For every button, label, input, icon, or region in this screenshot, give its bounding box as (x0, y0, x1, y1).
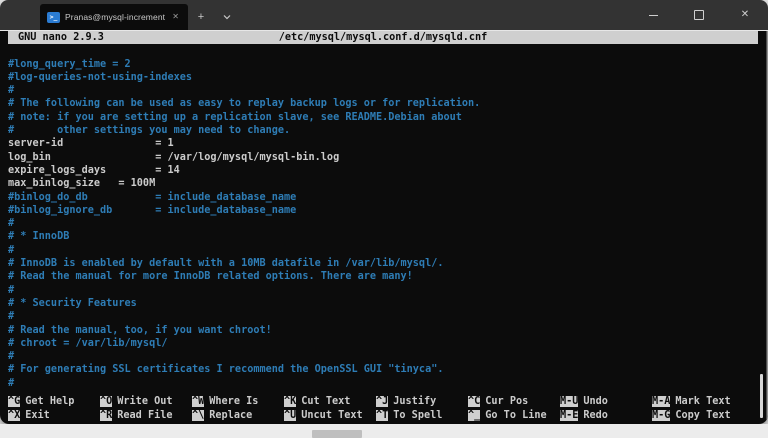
shortcut-item: ^C Cur Pos (468, 395, 560, 408)
nano-titlebar: GNU nano 2.9.3 /etc/mysql/mysql.conf.d/m… (8, 31, 758, 44)
editor-line: # (8, 310, 760, 323)
terminal-pane[interactable]: GNU nano 2.9.3 /etc/mysql/mysql.conf.d/m… (0, 31, 768, 424)
editor-line: # Read the manual, too, if you want chro… (8, 324, 760, 337)
desktop-background (0, 424, 768, 438)
shortcut-item: ^T To Spell (376, 409, 468, 422)
editor-line: # note: if you are setting up a replicat… (8, 111, 760, 124)
editor-line: # chroot = /var/lib/mysql/ (8, 337, 760, 350)
shortcut-item: ^W Where Is (192, 395, 284, 408)
editor-line: # Read the manual for more InnoDB relate… (8, 270, 760, 283)
shortcut-key: ^R (100, 410, 112, 421)
shortcut-key: ^C (468, 396, 480, 407)
shortcut-label: Exit (25, 410, 50, 421)
shortcut-item: ^R Read File (100, 409, 192, 422)
editor-line: log_bin = /var/log/mysql/mysql-bin.log (8, 151, 760, 164)
editor-line: # For generating SSL certificates I reco… (8, 363, 760, 376)
shortcut-key: ^G (8, 396, 20, 407)
shortcut-key: M-G (652, 410, 670, 421)
minimize-icon (649, 15, 658, 16)
editor-line: # (8, 84, 760, 97)
shortcut-label: Justify (393, 396, 436, 407)
shortcut-label: Undo (583, 396, 608, 407)
editor-line: # other settings you may need to change. (8, 124, 760, 137)
shortcut-item: ^X Exit (8, 409, 100, 422)
titlebar: >_ Pranas@mysql-incremental-1: / ✕ + ✕ (0, 0, 768, 30)
shortcut-key: M-E (560, 410, 578, 421)
shortcut-label: Cut Text (301, 396, 350, 407)
window-controls: ✕ (630, 0, 768, 30)
shortcut-label: Where Is (209, 396, 258, 407)
shortcut-item: ^J Justify (376, 395, 468, 408)
shortcut-item: ^O Write Out (100, 395, 192, 408)
maximize-button[interactable] (676, 0, 722, 30)
shortcut-key: ^X (8, 410, 20, 421)
editor-line: max_binlog_size = 100M (8, 177, 760, 190)
editor-line: #log-queries-not-using-indexes (8, 71, 760, 84)
shortcut-item: ^G Get Help (8, 395, 100, 408)
shortcut-item: ^K Cut Text (284, 395, 376, 408)
shortcut-key: ^T (376, 410, 388, 421)
editor-line: server-id = 1 (8, 137, 760, 150)
shortcut-item: M-E Redo (560, 409, 652, 422)
editor-line: #binlog_do_db = include_database_name (8, 191, 760, 204)
editor-lines[interactable]: #long_query_time = 2#log-queries-not-usi… (0, 44, 768, 390)
editor-line: # (8, 217, 760, 230)
editor-line: # * InnoDB (8, 230, 760, 243)
editor-line: # (8, 244, 760, 257)
powershell-icon: >_ (47, 12, 60, 23)
editor-line: # (8, 377, 760, 390)
shortcut-key: ^W (192, 396, 204, 407)
shortcut-item: ^\ Replace (192, 409, 284, 422)
shortcut-item: M-G Copy Text (652, 409, 744, 422)
shortcut-key: ^J (376, 396, 388, 407)
maximize-icon (694, 10, 704, 20)
shortcut-label: Redo (583, 410, 608, 421)
tab-title: Pranas@mysql-incremental-1: / (65, 12, 165, 22)
shortcut-key: ^\ (192, 410, 204, 421)
shortcut-label: Get Help (25, 396, 74, 407)
terminal-window: >_ Pranas@mysql-incremental-1: / ✕ + ✕ G… (0, 0, 768, 424)
editor-line: # * Security Features (8, 297, 760, 310)
shortcut-label: Go To Line (485, 410, 546, 421)
shortcut-label: Mark Text (675, 396, 730, 407)
shortcut-item: ^U Uncut Text (284, 409, 376, 422)
shortcut-key: ^O (100, 396, 112, 407)
scrollbar-thumb[interactable] (760, 374, 763, 418)
editor-line: # InnoDB is enabled by default with a 10… (8, 257, 760, 270)
editor-line: expire_logs_days = 14 (8, 164, 760, 177)
chevron-down-icon (222, 12, 232, 22)
nano-file-path: /etc/mysql/mysql.conf.d/mysqld.cnf (8, 31, 758, 44)
new-tab-button[interactable]: + (188, 4, 214, 30)
taskbar-edge (312, 430, 362, 438)
shortcut-label: Write Out (117, 396, 172, 407)
minimize-button[interactable] (630, 0, 676, 30)
shortcut-label: Read File (117, 410, 172, 421)
editor-line: #binlog_ignore_db = include_database_nam… (8, 204, 760, 217)
shortcut-key: ^K (284, 396, 296, 407)
nano-shortcut-bar: ^G Get Help ^O Write Out ^W Where Is ^K Cut Tex… (8, 395, 760, 422)
shortcut-label: Replace (209, 410, 252, 421)
shortcut-item: M-U Undo (560, 395, 652, 408)
editor-line: # The following can be used as easy to r… (8, 97, 760, 110)
editor-line: #long_query_time = 2 (8, 58, 760, 71)
shortcut-key: M-U (560, 396, 578, 407)
shortcut-label: To Spell (393, 410, 442, 421)
editor-line: # (8, 284, 760, 297)
shortcut-label: Uncut Text (301, 410, 362, 421)
shortcut-key: ^U (284, 410, 296, 421)
shortcut-key: M-A (652, 396, 670, 407)
close-button[interactable]: ✕ (722, 0, 768, 30)
tab-dropdown-button[interactable] (214, 4, 240, 30)
editor-line: # (8, 350, 760, 363)
tab-close-icon[interactable]: ✕ (170, 11, 181, 23)
terminal-tab[interactable]: >_ Pranas@mysql-incremental-1: / ✕ (40, 4, 188, 30)
shortcut-item: ^_ Go To Line (468, 409, 560, 422)
shortcut-label: Cur Pos (485, 396, 528, 407)
shortcut-item: M-A Mark Text (652, 395, 744, 408)
shortcut-label: Copy Text (675, 410, 730, 421)
shortcut-key: ^_ (468, 410, 480, 421)
